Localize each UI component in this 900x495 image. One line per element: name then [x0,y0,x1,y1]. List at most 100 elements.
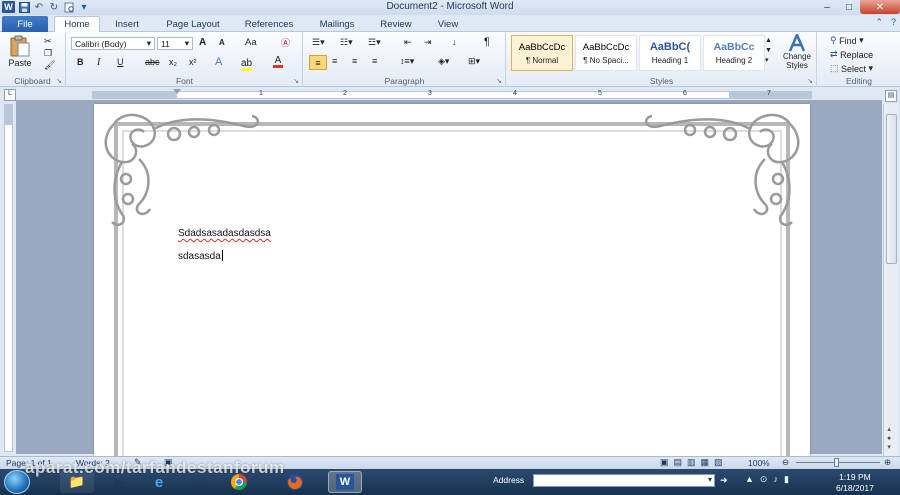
ribbon-tabs: File Home Insert Page Layout References … [0,15,900,32]
align-right-icon[interactable]: ≡ [352,56,357,66]
tab-references[interactable]: References [238,16,300,32]
shrink-font-button[interactable]: A [219,38,225,47]
tray-icons[interactable]: ▲⊙♪▮ [745,474,795,485]
style-heading-2[interactable]: AaBbCc Heading 2 [703,35,765,71]
ruler-mark: 4 [513,90,517,97]
document-page[interactable]: Sdadsasadasdasdsa sdasasda [94,104,810,456]
zoom-slider[interactable] [796,458,880,467]
go-arrow-icon[interactable]: ➜ [720,475,728,486]
video-watermark: aparat.com/tarfandestanforum [25,458,285,477]
bullets-icon[interactable]: ☰▾ [312,37,325,48]
highlight-color-icon[interactable]: ab [241,56,253,71]
line-spacing-icon[interactable]: ↕≡▾ [400,56,414,67]
font-size-select[interactable]: 11 ▾ [157,37,193,50]
style-heading-1[interactable]: AaBbC( Heading 1 [639,35,701,71]
tab-mailings[interactable]: Mailings [310,16,364,32]
ruler-mark: 2 [343,90,347,97]
first-line-indent-marker[interactable] [173,89,181,94]
font-family-select[interactable]: Calibri (Body) ▾ [71,37,155,50]
font-group: Calibri (Body) ▾ 11 ▾ A A Aa Ⓐ B I U abc x… [67,32,303,87]
tab-page-layout[interactable]: Page Layout [160,16,226,32]
minimize-button[interactable]: – [816,0,838,14]
zoom-out-icon[interactable]: ⊖ [782,457,789,468]
style-no-spacing[interactable]: AaBbCcDc ¶ No Spaci... [575,35,637,71]
editing-group-label: Editing [846,76,872,86]
styles-scroll[interactable]: ▲ ▼ ▾ [765,36,772,66]
font-launcher-icon[interactable]: ↘ [293,77,299,85]
format-painter-icon[interactable]: 🖌 [44,60,55,71]
style-normal[interactable]: AaBbCcDc ¶ Normal [511,35,573,71]
shading-icon[interactable]: ◈▾ [438,56,449,67]
find-icon: ⚲ [830,35,837,45]
close-button[interactable]: ✕ [860,0,900,14]
browse-object-icons[interactable]: ▴ ● ▾ [887,425,891,452]
font-group-label: Font [175,76,193,86]
paste-button[interactable]: Paste [8,34,32,68]
grow-font-button[interactable]: A [199,37,206,48]
word-logo-icon: W [336,474,354,490]
zoom-level[interactable]: 100% [748,458,770,468]
change-case-button[interactable]: Aa [245,37,257,48]
styles-launcher-icon[interactable]: ↘ [807,77,813,85]
cut-icon[interactable]: ✂ [44,36,52,47]
subscript-button[interactable]: x₂ [169,57,177,67]
borders-icon[interactable]: ⊞▾ [468,56,480,67]
decrease-indent-icon[interactable]: ⇤ [404,37,412,48]
italic-button[interactable]: I [97,57,100,68]
horizontal-ruler[interactable]: 1 2 3 4 5 6 7 [92,89,812,99]
ruler-mark: 7 [767,90,771,97]
clipboard-launcher-icon[interactable]: ↘ [56,77,62,85]
help-icon[interactable]: ? [891,17,896,28]
address-input[interactable]: ▾ [533,474,715,487]
find-button[interactable]: ⚲ Find ▾ [830,35,864,46]
sort-icon[interactable]: ↓ [452,37,457,47]
tab-view[interactable]: View [428,16,468,32]
replace-button[interactable]: ⇄ Replace [830,49,873,60]
maximize-button[interactable]: □ [838,0,860,14]
tab-insert[interactable]: Insert [104,16,150,32]
multilevel-list-icon[interactable]: ☲▾ [368,37,381,48]
tab-review[interactable]: Review [372,16,420,32]
paragraph-launcher-icon[interactable]: ↘ [496,77,502,85]
tab-file[interactable]: File [2,16,48,32]
superscript-button[interactable]: x² [189,57,197,67]
document-line-1[interactable]: Sdadsasadasdasdsa [178,228,271,239]
view-ruler-icon[interactable]: ▤ [885,90,897,102]
clock[interactable]: 1:19 PM 6/18/2017 [836,472,874,494]
select-button[interactable]: ⬚ Select ▾ [830,63,873,74]
replace-icon: ⇄ [830,49,838,59]
copy-icon[interactable]: ❐ [44,48,52,59]
text-effects-icon[interactable]: A [215,56,222,68]
vertical-ruler[interactable] [4,104,13,452]
show-formatting-button[interactable]: ¶ [484,36,490,48]
paste-icon [10,35,30,57]
font-color-icon[interactable]: A [273,56,283,68]
change-styles-button[interactable]: Change Styles [779,34,815,70]
bold-button[interactable]: B [77,57,84,67]
word-taskbar-icon[interactable]: W [328,471,362,493]
document-line-2[interactable]: sdasasda [178,250,223,262]
styles-group: AaBbCcDc ¶ Normal AaBbCcDc ¶ No Spaci...… [507,32,817,87]
numbering-icon[interactable]: ☷▾ [340,37,353,48]
underline-button[interactable]: U [117,57,124,67]
view-buttons[interactable]: ▣▤▥▦▧ [660,457,728,468]
ruler-mark: 5 [598,90,602,97]
paragraph-group: ☰▾ ☷▾ ☲▾ ⇤ ⇥ ↓ ¶ ≡ ≡ ≡ ≡ ↕≡▾ ◈▾ ⊞▾ Parag… [304,32,506,87]
ruler-mark: 1 [259,90,263,97]
align-left-icon[interactable]: ≡ [309,55,327,70]
ruler-mark: 3 [428,90,432,97]
scrollbar-thumb[interactable] [886,114,897,264]
tab-selector[interactable]: L [4,89,16,101]
justify-icon[interactable]: ≡ [372,56,377,66]
text-cursor [221,250,223,261]
clock-time: 1:19 PM [839,472,871,482]
increase-indent-icon[interactable]: ⇥ [424,37,432,48]
vertical-scrollbar[interactable]: ▴ ● ▾ [883,104,898,456]
zoom-in-icon[interactable]: ⊕ [884,457,891,468]
tab-home[interactable]: Home [54,16,100,32]
minimize-ribbon-icon[interactable]: ⌃ [875,17,883,28]
strikethrough-button[interactable]: abc [145,57,160,67]
align-center-icon[interactable]: ≡ [332,56,337,66]
clear-formatting-icon[interactable]: Ⓐ [281,36,290,49]
window-title: Document2 - Microsoft Word [386,1,514,12]
